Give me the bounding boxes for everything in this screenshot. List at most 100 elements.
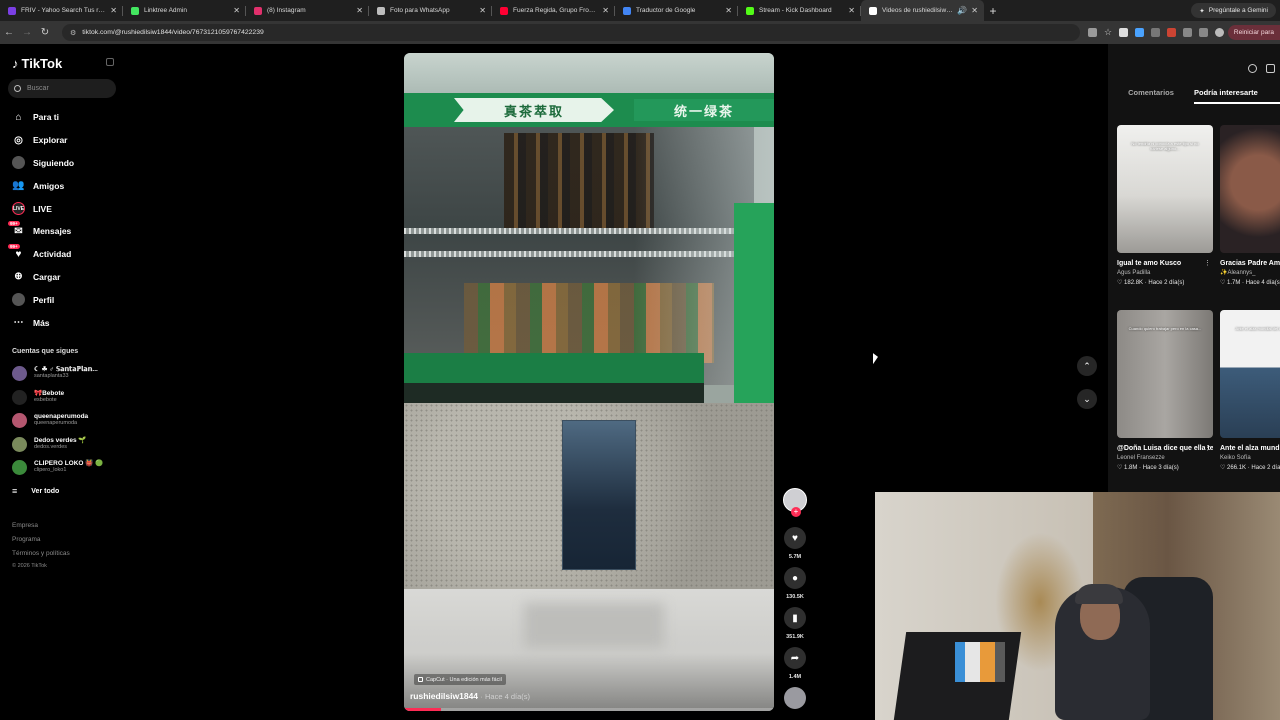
extension-icon[interactable] [1135,28,1145,37]
tiktok-logo[interactable]: ♪ TikTok [12,56,62,71]
next-video-button[interactable]: ⌄ [1077,389,1097,409]
browser-tab[interactable]: Videos de rushiedilsiw1844 🔊 ✕ [861,0,984,21]
tab-title: Videos de rushiedilsiw1844 [882,7,954,14]
like-button[interactable]: ♥ [784,527,806,549]
extension-icon[interactable] [1119,28,1129,37]
browser-tab[interactable]: Stream - Kick Dashboard ✕ [738,0,861,21]
browser-tab[interactable]: Linktree Admin ✕ [123,0,246,21]
card-stats-text: 266.1K · Hace 2 día(s) [1227,465,1280,471]
sidebar-item-home[interactable]: ⌂ Para ti [12,106,120,129]
video-thumbnail[interactable]: No tendría ni conocía a este tipo si no … [1117,125,1213,253]
card-author[interactable]: ✨Aleannys_ [1220,268,1280,278]
video-player[interactable]: 真茶萃取 统一绿茶 CapCut · Una edición más fácil… [404,53,774,711]
footer-link-programa[interactable]: Programa [12,533,70,547]
tab-podria-interesarte[interactable]: Podría interesarte [1194,82,1280,104]
sidebar-item-upload[interactable]: ⊕ Cargar [12,266,120,289]
save-button[interactable]: ▮ [784,607,806,629]
previous-video-button[interactable]: ⌃ [1077,356,1097,376]
card-stats: ♡ 1.8M · Hace 3 día(s) [1117,463,1213,473]
profile-avatar-icon[interactable] [1215,28,1225,37]
follow-plus-icon[interactable]: + [791,507,801,517]
following-account[interactable]: queenaperumoda queenaperumoda [12,409,120,433]
speaker-icon[interactable]: 🔊 [957,6,967,15]
author-name[interactable]: rushiedilsiw1844 [410,691,478,701]
sidebar-item-compass[interactable]: ◎ Explorar [12,129,120,152]
puzzle-icon[interactable] [1183,28,1193,37]
back-arrow-icon[interactable]: ← [0,27,18,38]
sidebar-item-label: Explorar [33,135,68,146]
browser-tab[interactable]: Fuerza Regida, Grupo Frontera ✕ [492,0,615,21]
collapse-sidebar-icon[interactable] [106,58,114,66]
tab-favicon-icon [131,6,139,15]
sidebar-item-label: Para ti [33,112,59,123]
video-thumbnail[interactable]: Cuando quiero trabajar pero en la casa..… [1117,310,1213,438]
browser-tab[interactable]: Traductor de Google ✕ [615,0,738,21]
capcut-tag[interactable]: CapCut · Una edición más fácil [414,674,506,685]
close-tab-icon[interactable]: ✕ [479,6,486,15]
video-progress-bar[interactable] [404,708,774,711]
following-account[interactable]: Dedos verdes 🌱 dedos.verdes [12,433,120,457]
close-tab-icon[interactable]: ✕ [356,6,363,15]
restart-button[interactable]: Reiniciar para [1227,25,1280,40]
close-tab-icon[interactable]: ✕ [602,6,609,15]
forward-arrow-icon[interactable]: → [18,27,36,38]
video-author[interactable]: rushiedilsiw1844 · Hace 4 día(s) [410,691,530,701]
sidebar-item-messages[interactable]: ✉ 99+ Mensajes [8,220,120,243]
recommended-video-card[interactable]: No tendría ni conocía a este tipo si no … [1117,125,1213,288]
following-account[interactable]: 🎀Bebote esbebote [12,386,120,410]
sidebar-item-label: Más [33,317,50,328]
close-tab-icon[interactable]: ✕ [971,6,978,15]
following-account[interactable]: ☾ ☘ ♂ 𝕊𝕒𝕟𝕥𝕒ℙ𝕝𝕒𝕟... santaplanta33 [12,362,120,386]
bookmark-star-icon[interactable]: ☆ [1104,27,1112,38]
extension-icon[interactable] [1167,28,1177,37]
music-disc-icon[interactable] [784,687,806,709]
share-button[interactable]: ➦ [784,647,806,669]
translate-icon[interactable] [1088,28,1097,37]
sidebar-item-following[interactable]: Siguiendo [12,152,120,175]
tab-comentarios[interactable]: Comentarios [1108,82,1194,104]
video-thumbnail[interactable] [1220,125,1280,253]
see-all-button[interactable]: ≡ Ver todo [12,486,59,496]
address-bar[interactable]: ⚙ tiktok.com/@rushiedilsiw1844/video/767… [62,24,1080,41]
following-account[interactable]: CLIPERO LOKO 👹 🟢 clipero_loko1 [12,456,120,480]
sidebar-item-label: Perfil [33,294,55,305]
reload-icon[interactable]: ↻ [36,27,54,38]
card-author[interactable]: Keiko Sofía [1220,453,1280,463]
browser-tab[interactable]: FRIV - Yahoo Search Tus resultados ✕ [0,0,123,21]
extension-icon[interactable] [1151,28,1161,37]
gemini-button[interactable]: ✦ Pregúntale a Gemini [1191,3,1276,18]
creator-avatar[interactable]: + [783,488,807,517]
sidebar-item-activity[interactable]: ♥ 99+ Actividad [8,243,120,266]
video-frame-blur-patch [524,603,664,648]
footer-link-empresa[interactable]: Empresa [12,519,70,533]
close-tab-icon[interactable]: ✕ [725,6,732,15]
sidepanel-icon[interactable] [1199,28,1209,37]
device-icon[interactable] [1266,64,1275,73]
recommended-video-card[interactable]: Ante el alza mundial del combustible Ante… [1220,310,1280,473]
close-tab-icon[interactable]: ✕ [233,6,240,15]
footer-link-terminos[interactable]: Términos y políticas [12,547,70,561]
tab-favicon-icon [746,6,754,15]
recommended-video-card[interactable]: Cuando quiero trabajar pero en la casa..… [1117,310,1213,473]
more-options-icon[interactable]: ⋮ [1204,444,1211,452]
browser-tab[interactable]: (8) Instagram ✕ [246,0,369,21]
video-thumbnail[interactable]: Ante el alza mundial del combustible [1220,310,1280,438]
sidebar-item-live[interactable]: LIVE LIVE [12,197,120,220]
more-options-icon[interactable]: ⋮ [1204,259,1211,267]
sidebar-item-profile[interactable]: Perfil [12,288,120,311]
recommended-video-card[interactable]: Gracias Padre Amado...✨Aleannys_♡ 1.7M ·… [1220,125,1280,288]
card-author[interactable]: Leonel Fransezze [1117,453,1213,463]
chevron-up-icon: ⌃ [1083,360,1091,371]
card-author[interactable]: Agus Padilla [1117,268,1213,278]
close-tab-icon[interactable]: ✕ [848,6,855,15]
new-tab-button[interactable]: + [984,4,1002,18]
site-info-icon[interactable]: ⚙ [70,29,76,37]
search-input[interactable]: Buscar [8,79,116,98]
sidebar-item-more[interactable]: ⋯ Más [12,311,120,334]
sidebar-item-label: Actividad [33,249,72,260]
comment-button[interactable]: ● [784,567,806,589]
browser-tab[interactable]: Foto para WhatsApp ✕ [369,0,492,21]
sidebar-item-friends[interactable]: 👥 Amigos [12,174,120,197]
close-tab-icon[interactable]: ✕ [110,6,117,15]
disc-icon[interactable] [1248,64,1257,73]
